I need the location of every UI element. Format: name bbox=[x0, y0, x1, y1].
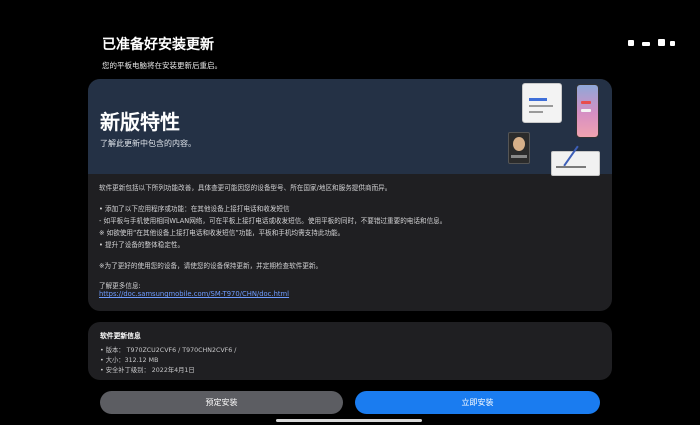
hero-subtitle: 了解此更新中包含的内容。 bbox=[100, 139, 196, 148]
software-info-card: 软件更新信息 • 版本： T970ZCU2CVF6 / T970CHN2CVF6… bbox=[88, 322, 612, 380]
info-title: 软件更新信息 bbox=[100, 332, 141, 340]
info-security-patch: • 安全补丁级别： 2022年4月1日 bbox=[100, 367, 195, 374]
hero-banner: 新版特性 了解此更新中包含的内容。 bbox=[88, 79, 612, 176]
install-now-button[interactable]: 立即安装 bbox=[355, 391, 600, 414]
schedule-install-button[interactable]: 预定安装 bbox=[100, 391, 343, 414]
video-call-illustration bbox=[508, 132, 530, 164]
phone-illustration bbox=[576, 84, 599, 138]
notes-feature-detail: - 如平板与手机使用相同WLAN网络，可在平板上接打电话或收发短信。使用平板的同… bbox=[99, 217, 447, 225]
notes-feature-note: ※ 如欲使用“在其他设备上接打电话和收发短信”功能，平板和手机均需支持此功能。 bbox=[99, 229, 345, 237]
whats-new-card: 新版特性 了解此更新中包含的内容。 软件更新包括以下所列功能改善，具体查更可能因… bbox=[88, 79, 612, 311]
status-icons bbox=[628, 38, 678, 52]
notes-reminder: ※为了更好的使用您的设备，请使您的设备保持更新，并定期检查软件更新。 bbox=[99, 262, 323, 270]
notes-intro: 软件更新包括以下所列功能改善，具体查更可能因您的设备型号、所在国家/地区和服务提… bbox=[99, 184, 392, 192]
tablet-pen-illustration bbox=[551, 145, 600, 176]
notes-feature-header: • 添加了以下应用程序或功能：在其他设备上接打电话和收发短信 bbox=[99, 205, 290, 213]
learn-more-link[interactable]: https://doc.samsungmobile.com/SM-T970/CH… bbox=[99, 290, 289, 298]
notes-stability: • 提升了设备的整体稳定性。 bbox=[99, 241, 185, 249]
tablet-illustration bbox=[522, 83, 562, 123]
learn-more-label: 了解更多信息: bbox=[99, 282, 141, 290]
header-title: 已准备好安装更新 bbox=[102, 37, 214, 53]
header-subtitle: 您的平板电脑将在安装更新后重启。 bbox=[102, 61, 222, 70]
hero-title: 新版特性 bbox=[100, 110, 180, 134]
info-size: • 大小：312.12 MB bbox=[100, 357, 159, 364]
home-indicator[interactable] bbox=[276, 419, 422, 422]
info-version: • 版本： T970ZCU2CVF6 / T970CHN2CVF6 / bbox=[100, 347, 237, 354]
